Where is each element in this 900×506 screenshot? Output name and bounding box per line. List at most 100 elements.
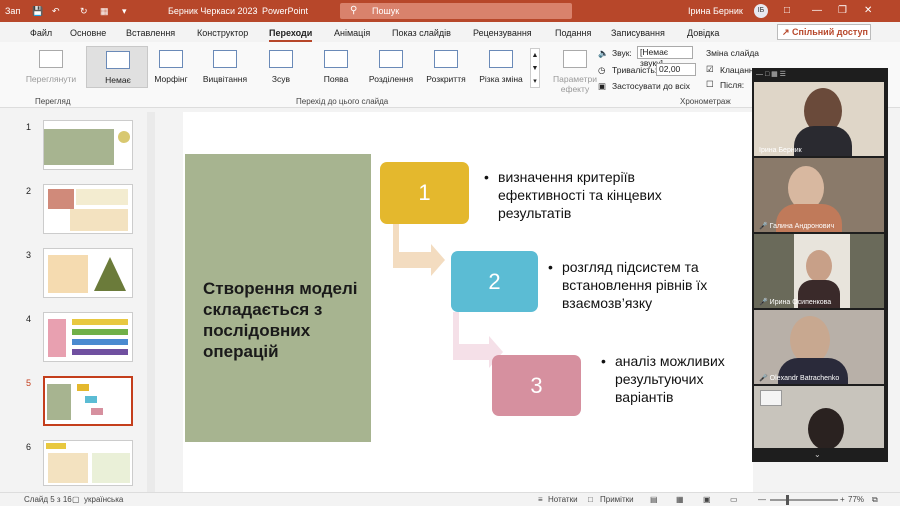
search-box[interactable]: ⚲ Пошук — [340, 3, 572, 19]
thumb-graphic — [70, 209, 128, 231]
accessibility-icon[interactable]: ▢ — [72, 495, 80, 504]
transition-reveal[interactable]: Розкриття — [415, 46, 477, 90]
slideshow-icon[interactable]: ▭ — [730, 495, 738, 504]
reading-view-icon[interactable]: ▣ — [703, 495, 711, 504]
step-3-label: аналіз можливих результуючих варіантів — [615, 353, 725, 405]
sound-select[interactable]: [Немає звуку] — [637, 46, 693, 68]
menu-insert[interactable]: Вставлення — [126, 28, 175, 38]
fit-slide-icon[interactable]: ⧉ — [872, 495, 878, 505]
menu-record[interactable]: Записування — [611, 28, 665, 38]
user-name[interactable]: Ірина Берник — [688, 6, 743, 16]
participant-tile-2[interactable]: 🎤 Галина Андронович — [754, 158, 884, 232]
preview-button[interactable]: Переглянути — [20, 46, 82, 90]
transition-morph[interactable]: Морфінг — [140, 46, 202, 90]
thumbnail-slide-4[interactable] — [43, 312, 133, 362]
gallery-scroll[interactable]: ▲ ▼ ▾ — [530, 48, 540, 88]
bullet-icon: • — [548, 259, 553, 275]
apply-all-button[interactable]: Застосувати до всіх — [612, 81, 690, 91]
step-2-box: 2 — [451, 251, 538, 312]
language-status[interactable]: українська — [84, 495, 123, 504]
apply-all-icon: ▣ — [598, 81, 607, 91]
thumbnails-scrollbar[interactable] — [147, 112, 155, 492]
minimize-icon[interactable]: — — [812, 5, 822, 16]
comments-button[interactable]: Примітки — [600, 495, 634, 504]
participant-tile-4[interactable]: 🎤 Olexandr Batrachenko — [754, 310, 884, 384]
zoom-in-icon[interactable]: + — [840, 495, 845, 504]
title-separator: - — [254, 6, 257, 16]
window-controls[interactable]: — □ ▦ ☰ — [756, 70, 786, 78]
menu-home[interactable]: Основне — [70, 28, 106, 38]
menu-slideshow[interactable]: Показ слайдів — [392, 28, 451, 38]
effect-options-button[interactable]: Параметри ефекту — [544, 46, 606, 94]
zoom-slider-thumb[interactable] — [786, 495, 789, 505]
undo-icon[interactable]: ↶ — [52, 6, 60, 17]
menu-view[interactable]: Подання — [555, 28, 591, 38]
notes-button[interactable]: Нотатки — [548, 495, 578, 504]
zoom-out-icon[interactable]: — — [758, 495, 766, 504]
muted-mic-icon: 🎤 — [759, 223, 768, 230]
notes-icon[interactable]: ≡ — [538, 495, 543, 504]
transition-split[interactable]: Розділення — [360, 46, 422, 90]
participant-tile-3[interactable]: 🎤 Ирина Осипенкова — [754, 234, 884, 308]
menu-help[interactable]: Довідка — [687, 28, 719, 38]
save-icon[interactable]: 💾 — [32, 6, 43, 17]
step-2-label: розгляд підсистем та встановлення рівнів… — [562, 259, 708, 311]
participant-name: Olexandr Batrachenko — [769, 375, 840, 382]
close-icon[interactable]: ✕ — [864, 5, 872, 16]
chevron-down-icon[interactable]: ⌄ — [814, 450, 821, 459]
muted-mic-icon: 🎤 — [759, 299, 768, 306]
menu-review[interactable]: Рецензування — [473, 28, 532, 38]
transition-fade[interactable]: Вицвітання — [194, 46, 256, 90]
participant-name-row: 🎤 Галина Андронович — [759, 222, 834, 230]
muted-mic-icon: 🎤 — [759, 375, 768, 382]
thumb-graphic — [94, 257, 126, 291]
redo-icon[interactable]: ↻ — [80, 6, 88, 17]
transition-push[interactable]: Зсув — [250, 46, 312, 90]
transition-cut-label: Різка зміна — [479, 74, 523, 84]
menu-animations[interactable]: Анімація — [334, 28, 370, 38]
thumb-number-selected: 5 — [26, 378, 32, 388]
present-icon[interactable]: ▦ — [100, 6, 109, 17]
menu-transitions[interactable]: Переходи — [269, 28, 313, 42]
ribbon-display-icon[interactable]: □ — [784, 5, 790, 16]
thumb-graphic — [92, 453, 130, 483]
thumb-graphic — [85, 396, 97, 403]
participant-name-row: 🎤 Ирина Осипенкова — [759, 298, 831, 306]
thumbnail-slide-2[interactable] — [43, 184, 133, 234]
slide-sorter-icon[interactable]: ▦ — [676, 495, 684, 504]
menu-design[interactable]: Конструктор — [197, 28, 248, 38]
thumb-graphic — [48, 189, 74, 209]
autosave-label[interactable]: Зап — [5, 6, 20, 16]
zoom-slider[interactable] — [770, 495, 838, 505]
participant-name: Ирина Осипенкова — [769, 299, 832, 306]
transition-none[interactable]: Немає — [86, 46, 148, 88]
avatar[interactable]: ІБ — [754, 4, 768, 18]
duration-label: Тривалість: — [612, 65, 658, 75]
thumbnail-slide-3[interactable] — [43, 248, 133, 298]
slide-thumbnails: 1 2 3 4 5 6 — [18, 112, 158, 490]
maximize-icon[interactable]: ❐ — [838, 5, 847, 16]
transition-wipe[interactable]: Поява — [305, 46, 367, 90]
step-1-box: 1 — [380, 162, 469, 224]
thumbnail-slide-6[interactable] — [43, 440, 133, 486]
sound-label: Звук: — [612, 48, 632, 58]
duration-input[interactable]: 02,00 — [656, 63, 696, 76]
share-button[interactable]: ↗ Спільний доступ — [777, 24, 871, 40]
participant-tile-1[interactable]: Ірина Берник — [754, 82, 884, 156]
participant-tile-5[interactable] — [754, 386, 884, 448]
after-checkbox[interactable]: ☐ — [706, 79, 714, 90]
customize-icon[interactable]: ▾ — [122, 6, 127, 17]
document-title: Берник Черкаси 2023 — [168, 6, 258, 16]
step-2-text: • розгляд підсистем та встановлення рівн… — [548, 258, 752, 312]
participant-name: Галина Андронович — [769, 223, 835, 230]
thumbnail-slide-5[interactable] — [43, 376, 133, 426]
on-click-checkbox[interactable]: ☑ — [706, 64, 714, 75]
normal-view-icon[interactable]: ▤ — [650, 495, 658, 504]
menu-file[interactable]: Файл — [30, 28, 52, 38]
thumbnail-slide-1[interactable] — [43, 120, 133, 170]
zoom-level[interactable]: 77% — [848, 495, 864, 504]
transition-cut[interactable]: Різка зміна — [470, 46, 532, 90]
comments-icon[interactable]: □ — [588, 495, 593, 504]
step-1-label: визначення критеріїв ефективності та кін… — [498, 169, 662, 221]
participant-silhouette — [790, 316, 830, 364]
